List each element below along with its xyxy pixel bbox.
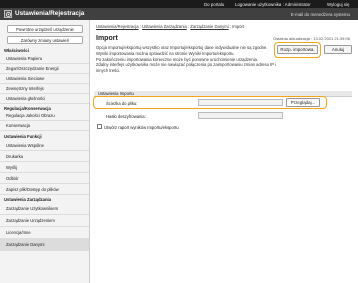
password-label: Hasło deszyfrowania:: [106, 113, 146, 119]
start-import-button[interactable]: Rozp. importowa.: [277, 45, 318, 54]
sidebar: Powrotne urządzeń urządzenie Zarówny zmi…: [0, 20, 90, 283]
sidebar-section-management: Ustawienia Zarządzania: [4, 197, 52, 202]
description-line: Zdalny interfejs użytkownika może nie na…: [96, 62, 277, 74]
cancel-button[interactable]: Anuluj: [324, 45, 352, 54]
sidebar-section-preferences: Właściwości: [4, 48, 29, 53]
sidebar-item-timer-energy[interactable]: Zegar/Oszczędzanie Energii: [0, 64, 89, 74]
sidebar-item-printer[interactable]: Drukarka: [0, 151, 89, 162]
page-title: Import: [96, 34, 118, 42]
browse-button[interactable]: Przeglądaj...: [286, 98, 320, 107]
settings-logo-icon: [4, 10, 12, 18]
sidebar-item-send[interactable]: Wyślij: [0, 162, 89, 173]
breadcrumb-management-link[interactable]: Ustawienia Zarządzania: [142, 24, 187, 29]
sidebar-item-user-management[interactable]: Zarządzanie Użytkownikiem: [0, 203, 89, 215]
file-path-label: Ścieżka do pliku:: [106, 100, 138, 106]
app-title-bar: Ustawienia/Rejestracja E-mail do menedże…: [0, 8, 358, 20]
report-checkbox-label: Utwórz raport wyników Importu/eksportu: [104, 124, 179, 130]
sidebar-item-license-other[interactable]: Licencja/Inne: [0, 227, 89, 239]
sidebar-item-file-access[interactable]: Zapisz plik/Dostęp do plików: [0, 184, 89, 195]
back-to-portal-button[interactable]: Powrotne urządzeń urządzenie: [7, 25, 83, 33]
settings-changes-button[interactable]: Zarówny zmiany ustawień: [7, 36, 83, 44]
app-title: Ustawienia/Rejestracja: [15, 10, 85, 18]
sidebar-item-data-management[interactable]: Zarządzanie Danymi: [0, 239, 89, 251]
breadcrumb-current: Import: [232, 24, 245, 29]
top-bar: Do portalu Logowanie użytkownika : Admin…: [0, 0, 358, 8]
breadcrumb-settings-link[interactable]: Ustawienia/Rejestracja: [96, 24, 139, 29]
last-update-text: Ostatnia aktualizacja : 13.02.2021 21:39…: [273, 36, 350, 41]
sidebar-item-receive[interactable]: Odbiór: [0, 173, 89, 184]
portal-link[interactable]: Do portalu: [204, 2, 224, 7]
description-text: Opcja Importuj/eksportuj wszystko oraz I…: [96, 45, 278, 74]
logout-link[interactable]: Wyloguj się: [327, 2, 349, 7]
sidebar-item-maintenance[interactable]: Konserwacja: [0, 121, 89, 131]
mail-admin-link[interactable]: E-mail do menedżera systemu: [291, 12, 350, 17]
sidebar-section-function: Ustawienia Funkcji: [4, 134, 42, 139]
main-content: Ustawienia/Rejestracja : Ustawienia Zarz…: [91, 20, 358, 283]
sidebar-item-network[interactable]: Ustawienia Sieciowe: [0, 74, 89, 84]
sidebar-item-common[interactable]: Ustawienia Wspólne: [0, 140, 89, 151]
sidebar-item-image-quality[interactable]: Regulacja Jakości Obrazu: [0, 111, 89, 121]
logged-user-label: Logowanie użytkownika : Administrator: [235, 1, 311, 7]
report-checkbox[interactable]: [97, 124, 102, 129]
breadcrumb-data-link[interactable]: Zarządzanie Danymi: [190, 24, 228, 29]
sidebar-item-external-interface[interactable]: Zewnętrzny Interfejs: [0, 84, 89, 94]
file-path-input[interactable]: [198, 99, 283, 106]
sidebar-item-volume[interactable]: Ustawienia głośności: [0, 94, 89, 104]
description-line: Opcja Importuj/eksportuj wszystko oraz I…: [96, 45, 268, 50]
breadcrumb: Ustawienia/Rejestracja : Ustawienia Zarz…: [96, 24, 245, 29]
sidebar-item-paper[interactable]: Ustawienia Papieru: [0, 54, 89, 64]
sidebar-item-device-management[interactable]: Zarządzanie Urządzeniem: [0, 215, 89, 227]
decryption-password-input[interactable]: [198, 112, 283, 119]
